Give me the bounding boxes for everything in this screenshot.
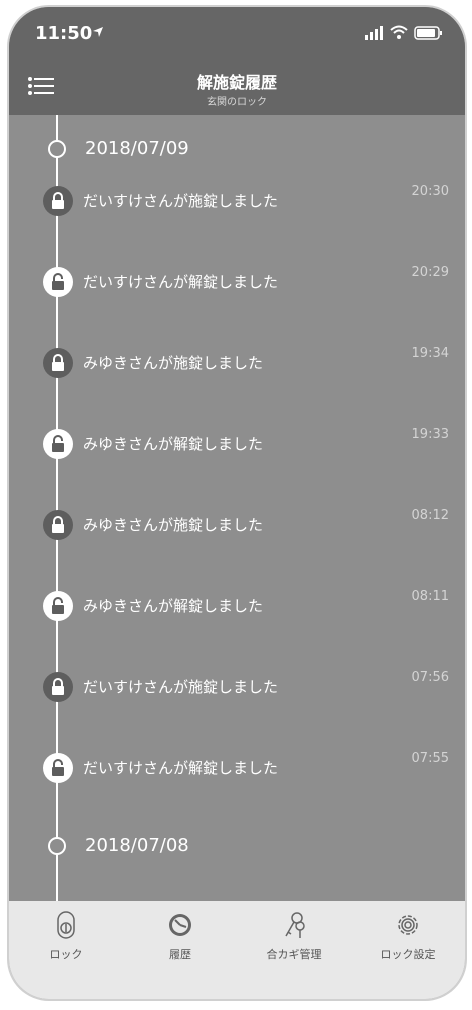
history-time: 20:29 [411,265,449,280]
keys-icon [285,912,305,938]
tab-label: 合カギ管理 [266,948,322,961]
history-text: みゆきさんが解錠しました [83,435,264,453]
unlocked-icon [43,591,73,621]
history-item[interactable]: みゆきさんが解錠しました 19:33 [9,427,465,469]
locked-icon [43,348,73,378]
history-text: みゆきさんが施錠しました [83,516,264,534]
unlocked-icon [43,753,73,783]
tab-lock[interactable]: ロック [9,901,123,999]
lock-device-icon [57,911,75,939]
status-time: 11:50 [35,23,93,44]
tab-bar: ロック 履歴 合カギ管理 ロック設定 [9,901,465,999]
history-time: 07:56 [411,670,449,685]
history-time: 19:34 [411,346,449,361]
date-dot [48,837,66,855]
battery-icon [414,26,442,40]
history-text: だいすけさんが解錠しました [83,759,279,777]
history-item[interactable]: だいすけさんが解錠しました 20:29 [9,265,465,307]
tab-history[interactable]: 履歴 [123,901,237,999]
tab-label: ロック設定 [380,948,436,961]
locked-icon [43,186,73,216]
history-item[interactable]: だいすけさんが施錠しました 07:56 [9,670,465,712]
history-text: みゆきさんが解錠しました [83,597,264,615]
history-time: 08:11 [411,589,449,604]
history-item[interactable]: だいすけさんが解錠しました 07:55 [9,751,465,793]
page-title: 解施錠履歴 [196,73,277,92]
date-header: 2018/07/09 [9,135,465,165]
phone-screen: 11:50 解施錠履歴 玄関のロック 2018/07/09 だいすけさんが施錠し… [9,7,465,999]
location-arrow-icon [93,27,103,37]
tab-keys[interactable]: 合カギ管理 [237,901,351,999]
locked-icon [43,510,73,540]
page-subtitle: 玄関のロック [207,97,267,108]
history-time: 20:30 [411,184,449,199]
date-dot [48,140,66,158]
nav-bar: 解施錠履歴 玄関のロック [9,59,465,115]
date-header: 2018/07/08 [9,832,465,862]
history-text: だいすけさんが解錠しました [83,273,279,291]
signal-icon [365,26,383,40]
status-bar: 11:50 [9,7,465,59]
gear-icon [398,915,418,935]
history-item[interactable]: みゆきさんが施錠しました 08:12 [9,508,465,550]
date-text: 2018/07/08 [85,835,189,856]
date-text: 2018/07/09 [85,138,189,159]
tab-lock-settings[interactable]: ロック設定 [351,901,465,999]
history-text: みゆきさんが施錠しました [83,354,264,372]
history-time: 07:55 [411,751,449,766]
tab-label: 履歴 [169,948,191,961]
history-item[interactable]: みゆきさんが施錠しました 19:34 [9,346,465,388]
unlocked-icon [43,429,73,459]
status-icons [365,25,442,40]
history-clock-icon [169,914,191,936]
history-time: 19:33 [411,427,449,442]
unlocked-icon [43,267,73,297]
locked-icon [43,672,73,702]
history-item[interactable]: だいすけさんが施錠しました 20:30 [9,184,465,226]
wifi-icon [390,25,408,39]
history-time: 08:12 [411,508,449,523]
history-text: だいすけさんが施錠しました [83,678,279,696]
tab-label: ロック [49,948,83,961]
history-item[interactable]: みゆきさんが解錠しました 08:11 [9,589,465,631]
history-text: だいすけさんが施錠しました [83,192,279,210]
history-timeline: 2018/07/09 だいすけさんが施錠しました 20:30 だいすけさんが解錠… [9,115,465,901]
